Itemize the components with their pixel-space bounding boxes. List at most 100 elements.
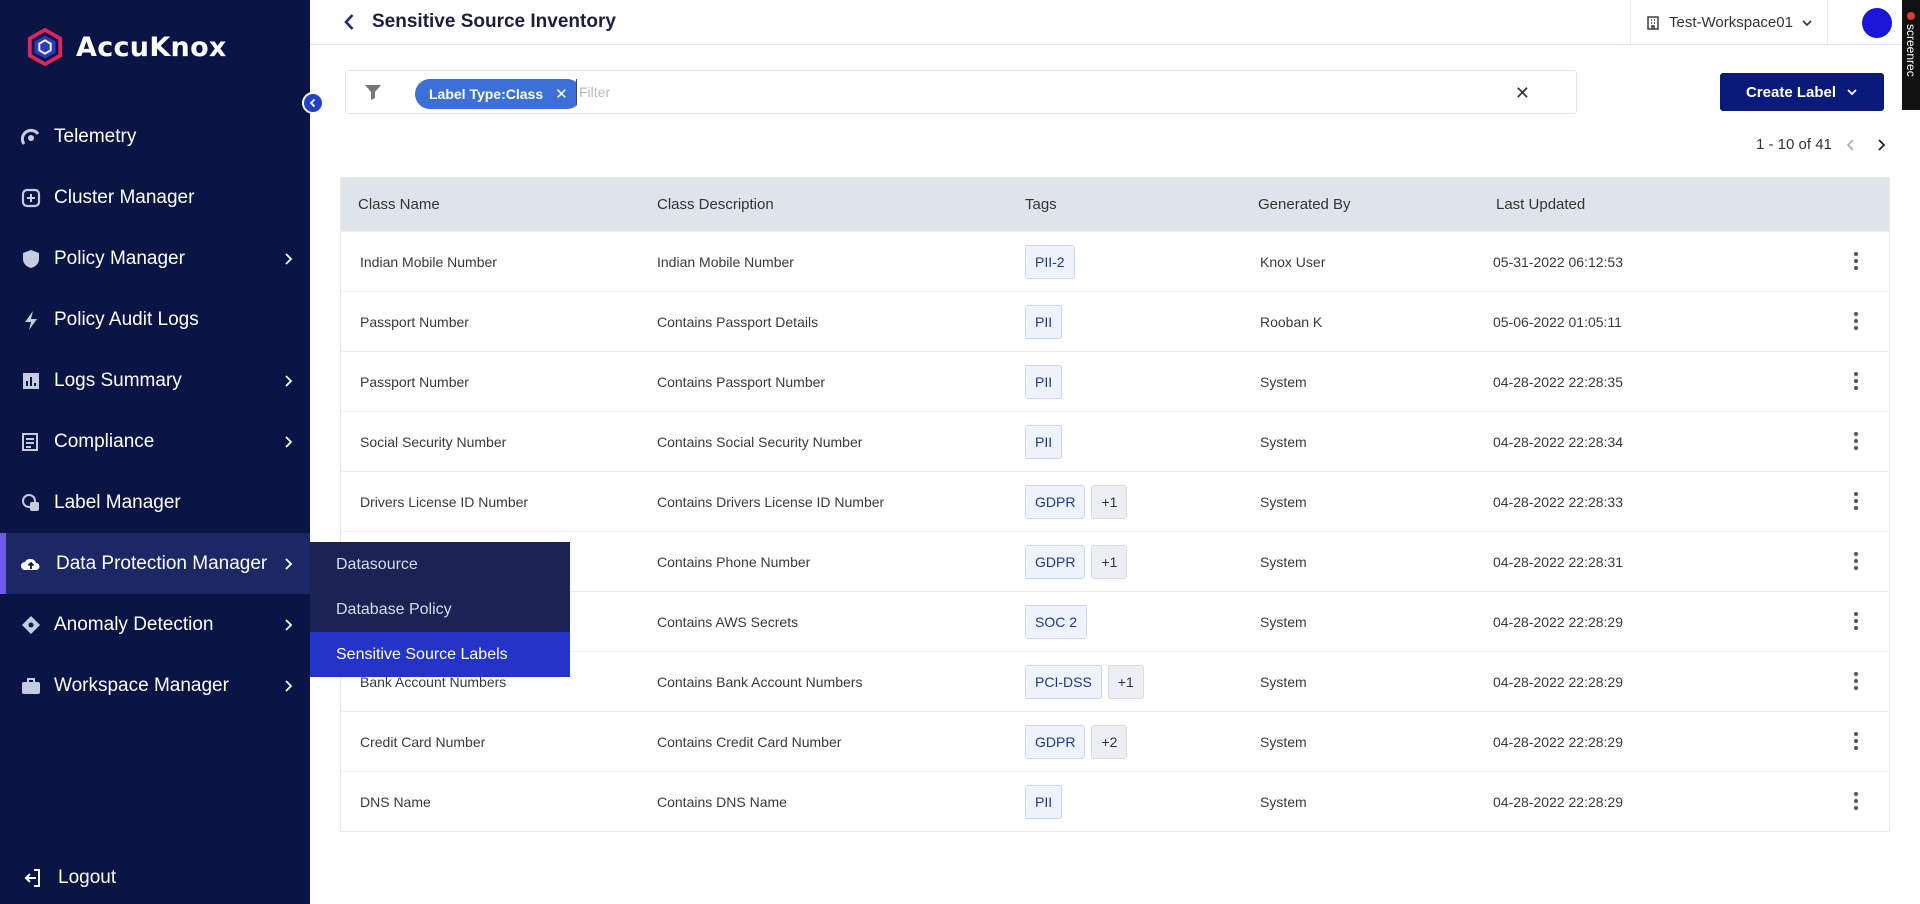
flyout-item-datasource[interactable]: Datasource <box>310 542 570 587</box>
chevron-down-icon <box>1847 89 1857 96</box>
chevron-right-icon <box>285 679 293 692</box>
prev-page-icon[interactable] <box>1846 138 1856 151</box>
more-options-icon[interactable] <box>1853 611 1859 631</box>
flyout-item-sensitive-source-labels[interactable]: Sensitive Source Labels <box>310 632 570 677</box>
more-options-icon[interactable] <box>1853 491 1859 511</box>
more-options-icon[interactable] <box>1853 431 1859 451</box>
cell-tags: PII <box>1025 304 1068 339</box>
sidebar-item-label: Telemetry <box>54 125 137 147</box>
more-options-icon[interactable] <box>1853 371 1859 391</box>
more-options-icon[interactable] <box>1853 731 1859 751</box>
tag-badge: PII <box>1025 304 1063 339</box>
sidebar-item-label-manager[interactable]: Label Manager <box>0 472 310 533</box>
cell-class-description: Contains Credit Card Number <box>657 733 842 750</box>
create-label-text: Create Label <box>1745 83 1837 101</box>
anomaly-icon <box>22 615 40 634</box>
tag-badge: GDPR <box>1025 484 1086 519</box>
sidebar: AccuKnox Telemetry Cluster Manager Policy … <box>0 0 310 904</box>
cell-last-updated: 04-28-2022 22:28:29 <box>1493 793 1623 810</box>
back-arrow-icon[interactable] <box>340 12 360 32</box>
cell-tags: GDPR +2 <box>1025 724 1133 759</box>
more-options-icon[interactable] <box>1853 311 1859 331</box>
compliance-icon <box>22 432 38 451</box>
table-row[interactable]: Passport Number Contains Passport Details… <box>341 291 1889 351</box>
table-row[interactable]: Credit Card Number Contains Credit Card N… <box>341 711 1889 771</box>
sidebar-item-logs-summary[interactable]: Logs Summary <box>0 350 310 411</box>
table-row[interactable]: Bank Account Numbers Contains Bank Accoun… <box>341 651 1889 711</box>
cell-class-name: Social Security Number <box>360 433 507 450</box>
table-row[interactable]: Social Security Number Contains Social Se… <box>341 411 1889 471</box>
cell-tags: PII-2 <box>1025 244 1081 279</box>
sidebar-item-workspace-manager[interactable]: Workspace Manager <box>0 655 310 716</box>
sidebar-item-label: Compliance <box>54 430 155 452</box>
cell-last-updated: 04-28-2022 22:28:29 <box>1493 673 1623 690</box>
sidebar-item-cluster-manager[interactable]: Cluster Manager <box>0 167 310 228</box>
create-label-button[interactable]: Create Label <box>1720 73 1884 111</box>
filter-bar: Label Type:Class ✕ ✕ <box>345 70 1577 114</box>
table-row[interactable]: Contains AWS Secrets SOC 2 System 04-28-202… <box>341 591 1889 651</box>
filter-chip-label: Label Type:Class <box>429 86 544 102</box>
cell-last-updated: 04-28-2022 22:28:31 <box>1493 553 1623 570</box>
sidebar-item-telemetry[interactable]: Telemetry <box>0 106 310 167</box>
bolt-icon <box>25 310 37 330</box>
sidebar-item-label: Label Manager <box>54 491 181 513</box>
header-tags[interactable]: Tags <box>1025 196 1057 213</box>
more-options-icon[interactable] <box>1853 251 1859 271</box>
header-generated-by[interactable]: Generated By <box>1258 196 1351 213</box>
logout-button[interactable]: Logout <box>20 866 116 890</box>
next-page-icon[interactable] <box>1876 138 1886 151</box>
chevron-right-icon <box>285 252 293 265</box>
chevron-right-icon <box>285 618 293 631</box>
table-row[interactable]: Passport Number Contains Passport Number P… <box>341 351 1889 411</box>
table-row[interactable]: Indian Mobile Number Indian Mobile Number… <box>341 231 1889 291</box>
table-row[interactable]: Contains Phone Number GDPR +1 System 04-28-2… <box>341 531 1889 591</box>
clear-filter-icon[interactable]: ✕ <box>1515 83 1530 104</box>
tag-badge: PII <box>1025 424 1063 459</box>
table-row[interactable]: Drivers License ID Number Contains Driver… <box>341 471 1889 531</box>
chevron-right-icon <box>285 557 293 570</box>
sidebar-item-anomaly-detection[interactable]: Anomaly Detection <box>0 594 310 655</box>
more-tags-badge[interactable]: +1 <box>1091 544 1128 579</box>
more-options-icon[interactable] <box>1853 791 1859 811</box>
header-class-name[interactable]: Class Name <box>358 196 440 213</box>
user-avatar[interactable] <box>1862 8 1892 38</box>
cell-tags: PII <box>1025 784 1068 819</box>
cell-class-name: Drivers License ID Number <box>360 493 529 510</box>
header-last-updated[interactable]: Last Updated <box>1496 196 1585 213</box>
sidebar-collapse-button[interactable] <box>302 92 324 114</box>
header-class-description[interactable]: Class Description <box>657 196 774 213</box>
sidebar-item-policy-audit-logs[interactable]: Policy Audit Logs <box>0 289 310 350</box>
cell-generated-by: System <box>1260 733 1307 750</box>
cell-generated-by: System <box>1260 373 1307 390</box>
telemetry-icon <box>20 128 40 145</box>
chevron-down-icon <box>1802 19 1812 26</box>
sidebar-item-data-protection-manager[interactable]: Data Protection Manager <box>0 533 310 594</box>
cell-class-name: DNS Name <box>360 793 431 810</box>
table-row[interactable]: DNS Name Contains DNS Name PII System 04-28-… <box>341 771 1889 831</box>
logo[interactable]: AccuKnox <box>26 28 227 66</box>
more-tags-badge[interactable]: +1 <box>1107 664 1144 699</box>
cell-class-description: Contains AWS Secrets <box>657 613 799 630</box>
more-tags-badge[interactable]: +2 <box>1091 724 1128 759</box>
filter-chip[interactable]: Label Type:Class ✕ <box>415 79 582 109</box>
cell-last-updated: 04-28-2022 22:28:35 <box>1493 373 1623 390</box>
workspace-selector[interactable]: Test-Workspace01 <box>1630 0 1828 45</box>
sidebar-item-compliance[interactable]: Compliance <box>0 411 310 472</box>
chip-close-icon[interactable]: ✕ <box>555 85 568 103</box>
more-tags-badge[interactable]: +1 <box>1091 484 1128 519</box>
building-icon <box>1647 15 1659 30</box>
cell-generated-by: System <box>1260 673 1307 690</box>
cell-last-updated: 05-31-2022 06:12:53 <box>1493 253 1623 270</box>
record-dot-icon <box>1907 12 1915 20</box>
filter-input[interactable] <box>576 79 1476 105</box>
cluster-icon <box>21 188 41 207</box>
more-options-icon[interactable] <box>1853 551 1859 571</box>
briefcase-icon <box>22 677 40 694</box>
logout-label: Logout <box>58 867 117 888</box>
table-header: Class Name Class Description Tags Genera… <box>341 178 1889 231</box>
more-options-icon[interactable] <box>1853 671 1859 691</box>
flyout-item-database-policy[interactable]: Database Policy <box>310 587 570 632</box>
cell-last-updated: 04-28-2022 22:28:29 <box>1493 733 1623 750</box>
sidebar-item-policy-manager[interactable]: Policy Manager <box>0 228 310 289</box>
logo-text: AccuKnox <box>76 31 227 63</box>
